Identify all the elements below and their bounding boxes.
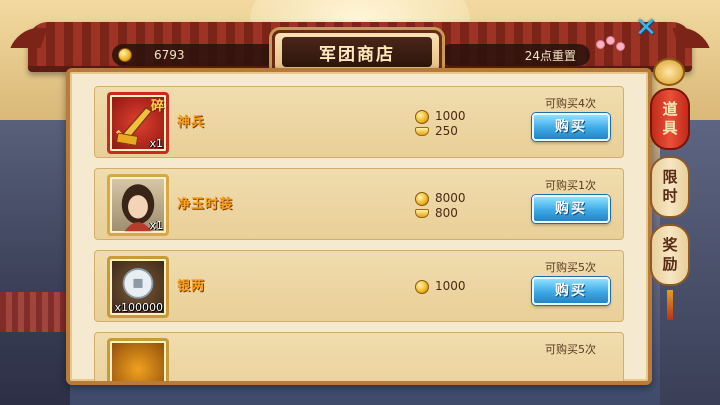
reset-display: 24点重置 <box>440 44 590 66</box>
gold-coin-icon <box>415 109 429 124</box>
buy-button[interactable]: 购买 <box>532 277 610 305</box>
gold-display: 6793 <box>112 44 282 66</box>
cherry-blossom-icon <box>596 34 636 54</box>
list-item: x1 净玉时装 8000 800 可购买1次 购买 <box>94 168 624 240</box>
item-count: x100000 <box>114 301 163 314</box>
tab-label: 奖 <box>662 236 678 254</box>
tab-label: 励 <box>662 255 678 273</box>
item-name: 神兵 <box>177 115 206 130</box>
background-scenery-left <box>0 120 70 405</box>
item-price: 1000 250 <box>415 109 466 139</box>
price-amount: 1000 <box>435 279 466 293</box>
price-amount: 1000 <box>435 109 466 123</box>
gold-coin-icon <box>415 279 429 294</box>
buy-button[interactable]: 购买 <box>532 113 610 141</box>
item-price: 1000 <box>415 279 466 294</box>
tab-limited[interactable]: 限 时 <box>650 156 690 218</box>
gold-coin-icon <box>118 48 132 62</box>
item-icon-partial[interactable] <box>107 338 169 381</box>
list-item: x100000 银两 1000 可购买5次 购买 <box>94 250 624 322</box>
list-item: 碎 x1 神兵 1000 250 可购买4次 购买 <box>94 86 624 158</box>
item-name: 净玉时装 <box>177 197 234 212</box>
tab-items[interactable]: 道 具 <box>650 88 690 150</box>
tab-label: 道 <box>662 100 678 118</box>
item-icon-costume[interactable]: x1 <box>107 174 169 236</box>
item-count: x1 <box>149 219 163 232</box>
item-count: x1 <box>149 137 163 150</box>
purchase-limit: 可购买1次 <box>545 179 596 192</box>
gold-coin-icon <box>415 191 429 206</box>
page-title: 军团商店 <box>282 37 432 67</box>
item-price: 8000 800 <box>415 191 466 221</box>
tab-label: 时 <box>662 187 678 205</box>
item-icon-silver[interactable]: x100000 <box>107 256 169 318</box>
price-amount: 250 <box>435 124 458 138</box>
gold-amount: 6793 <box>154 48 185 62</box>
tab-label: 限 <box>662 168 678 186</box>
shop-panel: 碎 x1 神兵 1000 250 可购买4次 购买 x1 净玉时装 8000 8… <box>66 68 652 385</box>
item-list[interactable]: 碎 x1 神兵 1000 250 可购买4次 购买 x1 净玉时装 8000 8… <box>94 86 624 381</box>
background-railing <box>0 292 70 332</box>
close-button[interactable]: ✕ <box>632 14 660 42</box>
price-amount: 8000 <box>435 191 466 205</box>
tab-rewards[interactable]: 奖 励 <box>650 224 690 286</box>
item-name: 银两 <box>177 279 206 294</box>
gold-ingot-icon <box>415 209 429 218</box>
buy-button[interactable]: 购买 <box>532 195 610 223</box>
tab-label: 具 <box>662 119 678 137</box>
item-icon-weapon-shard[interactable]: 碎 x1 <box>107 92 169 154</box>
lantern-ornament-icon <box>653 58 685 86</box>
reset-time-text: 24点重置 <box>524 48 576 63</box>
purchase-limit: 可购买5次 <box>545 343 596 356</box>
tassel-ornament <box>667 290 673 320</box>
purchase-limit: 可购买5次 <box>545 261 596 274</box>
price-amount: 800 <box>435 206 458 220</box>
purchase-limit: 可购买4次 <box>545 97 596 110</box>
shard-badge: 碎 <box>150 99 164 114</box>
gold-ingot-icon <box>415 127 429 136</box>
list-item: 可购买5次 <box>94 332 624 381</box>
